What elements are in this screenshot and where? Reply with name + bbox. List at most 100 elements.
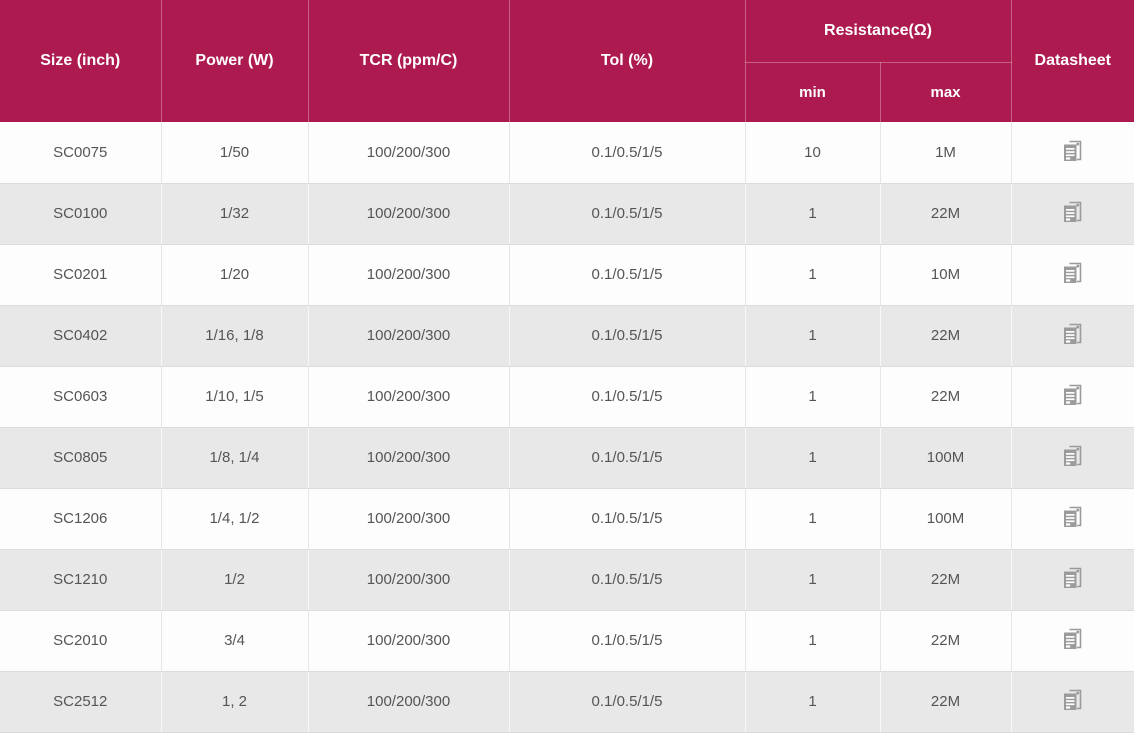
cell-resistance-min: 10 — [745, 122, 880, 183]
cell-tol: 0.1/0.5/1/5 — [509, 610, 745, 671]
cell-resistance-min: 1 — [745, 427, 880, 488]
col-header-size: Size (inch) — [0, 0, 161, 122]
cell-tcr: 100/200/300 — [308, 671, 509, 732]
cell-datasheet — [1011, 427, 1134, 488]
document-copy-icon — [1061, 200, 1084, 225]
cell-tol: 0.1/0.5/1/5 — [509, 305, 745, 366]
cell-tol: 0.1/0.5/1/5 — [509, 549, 745, 610]
cell-datasheet — [1011, 122, 1134, 183]
col-header-tcr: TCR (ppm/C) — [308, 0, 509, 122]
cell-power: 1/10, 1/5 — [161, 366, 308, 427]
datasheet-download-button[interactable] — [1059, 259, 1086, 288]
cell-tol: 0.1/0.5/1/5 — [509, 244, 745, 305]
col-header-max: max — [880, 62, 1011, 122]
cell-datasheet — [1011, 488, 1134, 549]
cell-power: 3/4 — [161, 610, 308, 671]
cell-datasheet — [1011, 671, 1134, 732]
datasheet-download-button[interactable] — [1059, 625, 1086, 654]
cell-size: SC1206 — [0, 488, 161, 549]
col-header-tol: Tol (%) — [509, 0, 745, 122]
cell-resistance-max: 1M — [880, 122, 1011, 183]
table-row: SC0603 1/10, 1/5 100/200/300 0.1/0.5/1/5… — [0, 366, 1134, 427]
cell-resistance-min: 1 — [745, 610, 880, 671]
document-copy-icon — [1061, 566, 1084, 591]
col-header-datasheet: Datasheet — [1011, 0, 1134, 122]
document-copy-icon — [1061, 444, 1084, 469]
datasheet-download-button[interactable] — [1059, 137, 1086, 166]
cell-resistance-max: 22M — [880, 671, 1011, 732]
cell-size: SC2010 — [0, 610, 161, 671]
cell-tol: 0.1/0.5/1/5 — [509, 122, 745, 183]
cell-resistance-max: 100M — [880, 488, 1011, 549]
cell-tcr: 100/200/300 — [308, 366, 509, 427]
cell-resistance-max: 10M — [880, 244, 1011, 305]
component-spec-table: Size (inch) Power (W) TCR (ppm/C) Tol (%… — [0, 0, 1134, 733]
datasheet-download-button[interactable] — [1059, 381, 1086, 410]
cell-size: SC2512 — [0, 671, 161, 732]
datasheet-download-button[interactable] — [1059, 503, 1086, 532]
cell-tcr: 100/200/300 — [308, 610, 509, 671]
col-header-power: Power (W) — [161, 0, 308, 122]
cell-tol: 0.1/0.5/1/5 — [509, 183, 745, 244]
document-copy-icon — [1061, 688, 1084, 713]
cell-tcr: 100/200/300 — [308, 183, 509, 244]
document-copy-icon — [1061, 261, 1084, 286]
cell-datasheet — [1011, 366, 1134, 427]
cell-datasheet — [1011, 610, 1134, 671]
document-copy-icon — [1061, 383, 1084, 408]
cell-resistance-min: 1 — [745, 305, 880, 366]
cell-tol: 0.1/0.5/1/5 — [509, 671, 745, 732]
table-row: SC0100 1/32 100/200/300 0.1/0.5/1/5 1 22… — [0, 183, 1134, 244]
cell-size: SC0100 — [0, 183, 161, 244]
cell-resistance-min: 1 — [745, 671, 880, 732]
cell-tcr: 100/200/300 — [308, 427, 509, 488]
cell-tcr: 100/200/300 — [308, 549, 509, 610]
table-row: SC0805 1/8, 1/4 100/200/300 0.1/0.5/1/5 … — [0, 427, 1134, 488]
cell-power: 1/20 — [161, 244, 308, 305]
table-row: SC2010 3/4 100/200/300 0.1/0.5/1/5 1 22M — [0, 610, 1134, 671]
cell-resistance-min: 1 — [745, 183, 880, 244]
document-copy-icon — [1061, 627, 1084, 652]
datasheet-download-button[interactable] — [1059, 564, 1086, 593]
table-body: SC0075 1/50 100/200/300 0.1/0.5/1/5 10 1… — [0, 122, 1134, 732]
cell-tcr: 100/200/300 — [308, 122, 509, 183]
cell-size: SC0402 — [0, 305, 161, 366]
cell-power: 1/8, 1/4 — [161, 427, 308, 488]
cell-resistance-max: 22M — [880, 305, 1011, 366]
cell-size: SC0805 — [0, 427, 161, 488]
cell-resistance-min: 1 — [745, 488, 880, 549]
col-header-resistance: Resistance(Ω) — [745, 0, 1011, 62]
table-row: SC1210 1/2 100/200/300 0.1/0.5/1/5 1 22M — [0, 549, 1134, 610]
table-row: SC1206 1/4, 1/2 100/200/300 0.1/0.5/1/5 … — [0, 488, 1134, 549]
cell-resistance-min: 1 — [745, 244, 880, 305]
cell-datasheet — [1011, 244, 1134, 305]
cell-size: SC0075 — [0, 122, 161, 183]
cell-resistance-max: 22M — [880, 610, 1011, 671]
cell-power: 1/16, 1/8 — [161, 305, 308, 366]
document-copy-icon — [1061, 139, 1084, 164]
cell-resistance-max: 22M — [880, 366, 1011, 427]
cell-size: SC1210 — [0, 549, 161, 610]
datasheet-download-button[interactable] — [1059, 686, 1086, 715]
cell-tol: 0.1/0.5/1/5 — [509, 427, 745, 488]
cell-resistance-max: 22M — [880, 183, 1011, 244]
table-row: SC0075 1/50 100/200/300 0.1/0.5/1/5 10 1… — [0, 122, 1134, 183]
datasheet-download-button[interactable] — [1059, 442, 1086, 471]
cell-resistance-min: 1 — [745, 549, 880, 610]
cell-tcr: 100/200/300 — [308, 488, 509, 549]
datasheet-download-button[interactable] — [1059, 320, 1086, 349]
cell-datasheet — [1011, 549, 1134, 610]
cell-tol: 0.1/0.5/1/5 — [509, 366, 745, 427]
col-header-min: min — [745, 62, 880, 122]
cell-power: 1/4, 1/2 — [161, 488, 308, 549]
cell-resistance-max: 22M — [880, 549, 1011, 610]
table-row: SC2512 1, 2 100/200/300 0.1/0.5/1/5 1 22… — [0, 671, 1134, 732]
cell-tcr: 100/200/300 — [308, 305, 509, 366]
table-row: SC0402 1/16, 1/8 100/200/300 0.1/0.5/1/5… — [0, 305, 1134, 366]
cell-size: SC0603 — [0, 366, 161, 427]
datasheet-download-button[interactable] — [1059, 198, 1086, 227]
table-row: SC0201 1/20 100/200/300 0.1/0.5/1/5 1 10… — [0, 244, 1134, 305]
cell-power: 1/50 — [161, 122, 308, 183]
cell-tcr: 100/200/300 — [308, 244, 509, 305]
cell-datasheet — [1011, 305, 1134, 366]
